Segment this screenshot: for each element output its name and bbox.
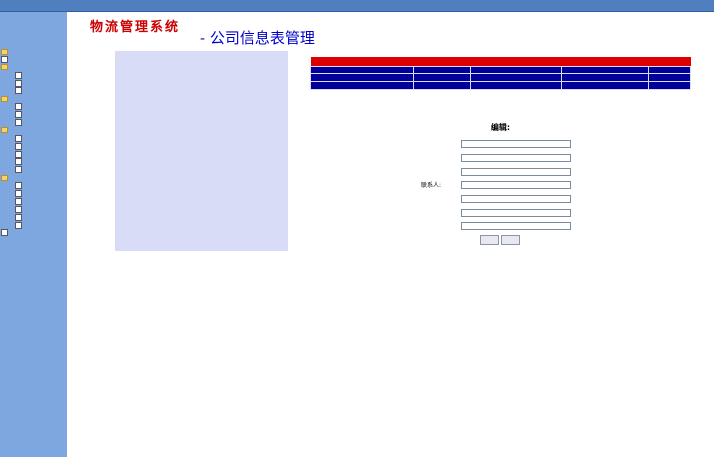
- sidebar-item[interactable]: [0, 95, 67, 103]
- sidebar-item[interactable]: [0, 134, 67, 143]
- phone-input[interactable]: [461, 195, 571, 203]
- document-icon: [15, 190, 22, 198]
- table-header-row: [310, 66, 691, 74]
- top-banner: [0, 0, 714, 12]
- page-title: - 公司信息表管理: [200, 29, 315, 47]
- nav-tree: [0, 48, 67, 237]
- brand-title: 物流管理系统: [90, 20, 181, 35]
- col-header: [412, 66, 471, 74]
- sidebar-item[interactable]: [0, 87, 67, 95]
- document-icon: [1, 229, 8, 237]
- table-caption: [310, 57, 691, 67]
- table-cell: [560, 81, 650, 90]
- document-icon: [15, 111, 22, 119]
- sidebar-item[interactable]: [0, 71, 67, 80]
- folder-icon: [1, 174, 8, 181]
- fax-input[interactable]: [461, 209, 571, 217]
- sidebar-item[interactable]: [0, 213, 67, 222]
- table-cell: [469, 81, 562, 90]
- sidebar-item[interactable]: [0, 150, 67, 159]
- document-icon: [15, 166, 22, 174]
- sidebar-item[interactable]: [0, 119, 67, 127]
- document-icon: [15, 221, 22, 229]
- city-input[interactable]: [461, 168, 571, 176]
- sidebar-item[interactable]: [0, 166, 67, 174]
- document-icon: [15, 71, 22, 79]
- document-icon: [15, 182, 22, 190]
- sidebar-item[interactable]: [0, 48, 67, 56]
- sidebar-item[interactable]: [0, 127, 67, 135]
- document-icon: [15, 205, 22, 213]
- reset-button[interactable]: [501, 235, 520, 245]
- contact-label: 联系人:: [421, 182, 442, 189]
- sidebar-item[interactable]: [0, 103, 67, 111]
- sidebar-item[interactable]: [0, 197, 67, 206]
- sidebar-item[interactable]: [0, 229, 67, 237]
- zip-input[interactable]: [461, 222, 571, 230]
- folder-icon: [1, 127, 8, 134]
- company-table: [310, 57, 691, 90]
- sidebar-item[interactable]: [0, 190, 67, 198]
- table-cell: [310, 73, 414, 82]
- table-cell: [560, 73, 650, 82]
- sidebar-item[interactable]: [0, 64, 67, 72]
- document-icon: [15, 119, 22, 127]
- sidebar-item[interactable]: [0, 158, 67, 166]
- sidebar-item[interactable]: [0, 221, 67, 230]
- folder-icon: [1, 64, 8, 71]
- sidebar-item[interactable]: [0, 142, 67, 151]
- table-cell: [412, 73, 471, 82]
- table-caption-row: [310, 57, 691, 67]
- table-cell: [310, 81, 414, 90]
- edit-section-title: 编辑:: [490, 123, 511, 132]
- contact-input[interactable]: [461, 181, 571, 189]
- sidebar-item[interactable]: [0, 182, 67, 190]
- document-icon: [15, 142, 22, 150]
- col-header: [310, 66, 414, 74]
- sidebar-item[interactable]: [0, 111, 67, 119]
- document-icon: [15, 150, 22, 158]
- document-icon: [15, 79, 22, 87]
- document-icon: [15, 213, 22, 221]
- document-icon: [15, 197, 22, 205]
- company-name-input[interactable]: [461, 140, 571, 148]
- col-header: [648, 66, 691, 74]
- table-cell: [412, 81, 471, 90]
- sidebar: [0, 12, 67, 457]
- folder-icon: [1, 95, 8, 102]
- table-row: [310, 73, 691, 82]
- blank-panel: [115, 51, 288, 251]
- folder-icon: [1, 48, 8, 55]
- sidebar-item[interactable]: [0, 79, 67, 88]
- sidebar-item[interactable]: [0, 205, 67, 214]
- table-row: [310, 81, 691, 90]
- document-icon: [15, 103, 22, 111]
- document-icon: [15, 158, 22, 166]
- document-icon: [1, 55, 8, 63]
- col-header: [560, 66, 650, 74]
- document-icon: [15, 134, 22, 142]
- sidebar-item[interactable]: [0, 174, 67, 182]
- col-header: [469, 66, 562, 74]
- document-icon: [15, 87, 22, 95]
- edit-link[interactable]: [648, 73, 691, 82]
- sidebar-item[interactable]: [0, 55, 67, 64]
- submit-button[interactable]: [480, 235, 499, 245]
- company-address-input[interactable]: [461, 154, 571, 162]
- table-cell: [469, 73, 562, 82]
- edit-link[interactable]: [648, 81, 691, 90]
